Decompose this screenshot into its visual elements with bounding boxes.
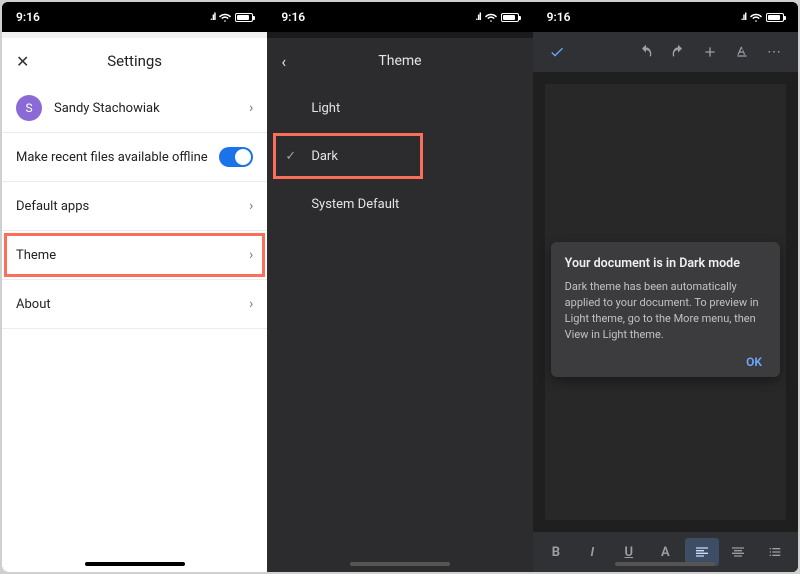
insert-plus-icon[interactable] xyxy=(696,38,724,66)
status-icons xyxy=(475,11,518,23)
account-row[interactable]: S Sandy Stachowiak › xyxy=(2,84,267,133)
theme-header: ‹ Theme xyxy=(267,38,532,84)
avatar: S xyxy=(16,95,42,121)
settings-title: Settings xyxy=(2,52,267,70)
theme-option-label: Light xyxy=(311,101,340,116)
theme-option-dark[interactable]: Dark xyxy=(267,132,532,180)
dark-mode-popup: Your document is in Dark mode Dark theme… xyxy=(551,242,780,377)
align-center-icon[interactable] xyxy=(721,538,755,566)
chevron-right-icon: › xyxy=(249,198,253,214)
more-icon[interactable]: ⋯ xyxy=(760,38,788,66)
theme-screen: ‹ Theme Light Dark System Default xyxy=(267,32,532,572)
popup-body: Dark theme has been automatically applie… xyxy=(565,279,766,343)
theme-title: Theme xyxy=(267,53,532,69)
signal-icon xyxy=(741,12,746,23)
default-apps-label: Default apps xyxy=(16,199,89,214)
theme-option-label: System Default xyxy=(311,197,399,212)
account-name: Sandy Stachowiak xyxy=(54,101,160,116)
wifi-icon xyxy=(750,11,762,23)
close-icon[interactable]: ✕ xyxy=(16,52,29,71)
popup-title: Your document is in Dark mode xyxy=(565,256,766,271)
text-format-icon[interactable] xyxy=(728,38,756,66)
offline-row[interactable]: Make recent files available offline xyxy=(2,133,267,182)
about-row[interactable]: About › xyxy=(2,280,267,329)
settings-screen: ✕ Settings S Sandy Stachowiak › Make rec… xyxy=(2,32,267,572)
chevron-right-icon: › xyxy=(249,247,253,263)
about-label: About xyxy=(16,297,51,312)
theme-option-light[interactable]: Light xyxy=(267,84,532,132)
wifi-icon xyxy=(219,11,231,23)
popup-ok-button[interactable]: OK xyxy=(565,355,766,369)
offline-label: Make recent files available offline xyxy=(16,150,208,165)
settings-header: ✕ Settings xyxy=(2,38,267,84)
battery-icon xyxy=(235,13,253,22)
status-bar: 9:16 xyxy=(2,2,267,32)
battery-icon xyxy=(766,13,784,22)
home-indicator xyxy=(615,562,715,566)
done-check-icon[interactable] xyxy=(543,38,571,66)
phone-settings: 9:16 ✕ Settings S Sandy Stachowiak › xyxy=(2,2,267,572)
home-indicator xyxy=(85,562,185,566)
phone-theme: 9:16 ‹ Theme Light Dark System Default xyxy=(267,2,532,572)
bold-button[interactable]: B xyxy=(539,538,573,566)
phone-document: 9:16 xyxy=(533,2,798,572)
italic-button[interactable]: I xyxy=(575,538,609,566)
status-time: 9:16 xyxy=(547,10,571,24)
theme-option-label: Dark xyxy=(311,149,338,164)
three-phone-composite: 9:16 ✕ Settings S Sandy Stachowiak › xyxy=(2,2,798,572)
back-icon[interactable]: ‹ xyxy=(281,52,286,71)
status-icons xyxy=(741,11,784,23)
signal-icon xyxy=(210,12,215,23)
status-bar: 9:16 xyxy=(533,2,798,32)
chevron-right-icon: › xyxy=(249,296,253,312)
default-apps-row[interactable]: Default apps › xyxy=(2,182,267,231)
theme-label: Theme xyxy=(16,248,56,263)
signal-icon xyxy=(475,12,480,23)
status-time: 9:16 xyxy=(281,10,305,24)
list-icon[interactable] xyxy=(757,538,791,566)
home-indicator xyxy=(350,562,450,566)
status-icons xyxy=(210,11,253,23)
battery-icon xyxy=(501,13,519,22)
chevron-right-icon: › xyxy=(249,100,253,116)
status-time: 9:16 xyxy=(16,10,40,24)
offline-toggle[interactable] xyxy=(219,147,253,167)
doc-bottom-toolbar: B I U A xyxy=(533,532,798,572)
undo-icon[interactable] xyxy=(632,38,660,66)
document-screen: ⋯ Your document is in Dark mode Dark the… xyxy=(533,32,798,572)
doc-toolbar: ⋯ xyxy=(533,32,798,72)
theme-row[interactable]: Theme › xyxy=(2,231,267,280)
wifi-icon xyxy=(485,11,497,23)
status-bar: 9:16 xyxy=(267,2,532,32)
theme-option-system[interactable]: System Default xyxy=(267,180,532,228)
redo-icon[interactable] xyxy=(664,38,692,66)
